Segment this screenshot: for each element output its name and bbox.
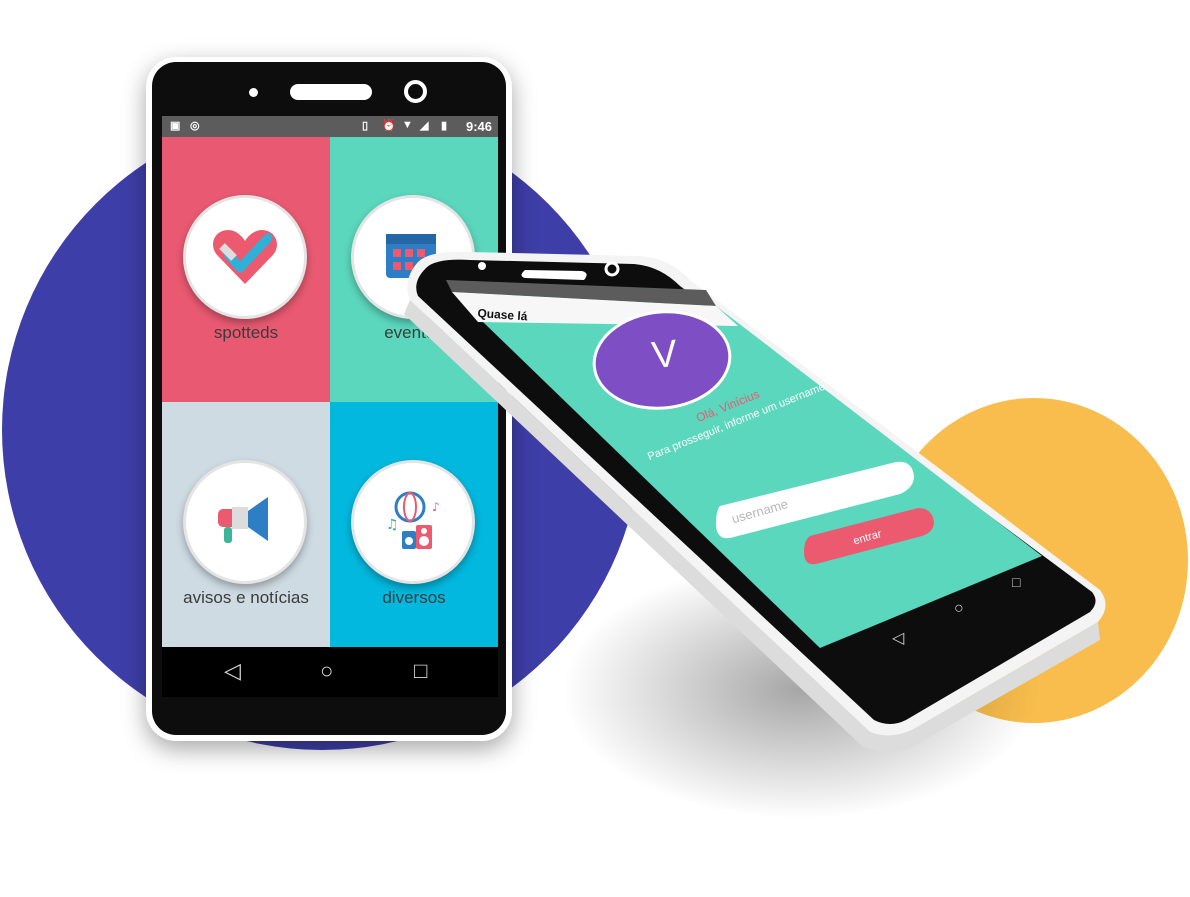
recents-icon-right[interactable]: □	[1012, 574, 1020, 590]
right-phone: Quase lá V Olá, Vinícius Para prosseguir…	[0, 0, 1190, 897]
home-icon-right[interactable]: ○	[954, 600, 964, 618]
back-icon-right[interactable]: ◁	[892, 628, 904, 648]
avatar-letter: V	[649, 332, 680, 378]
